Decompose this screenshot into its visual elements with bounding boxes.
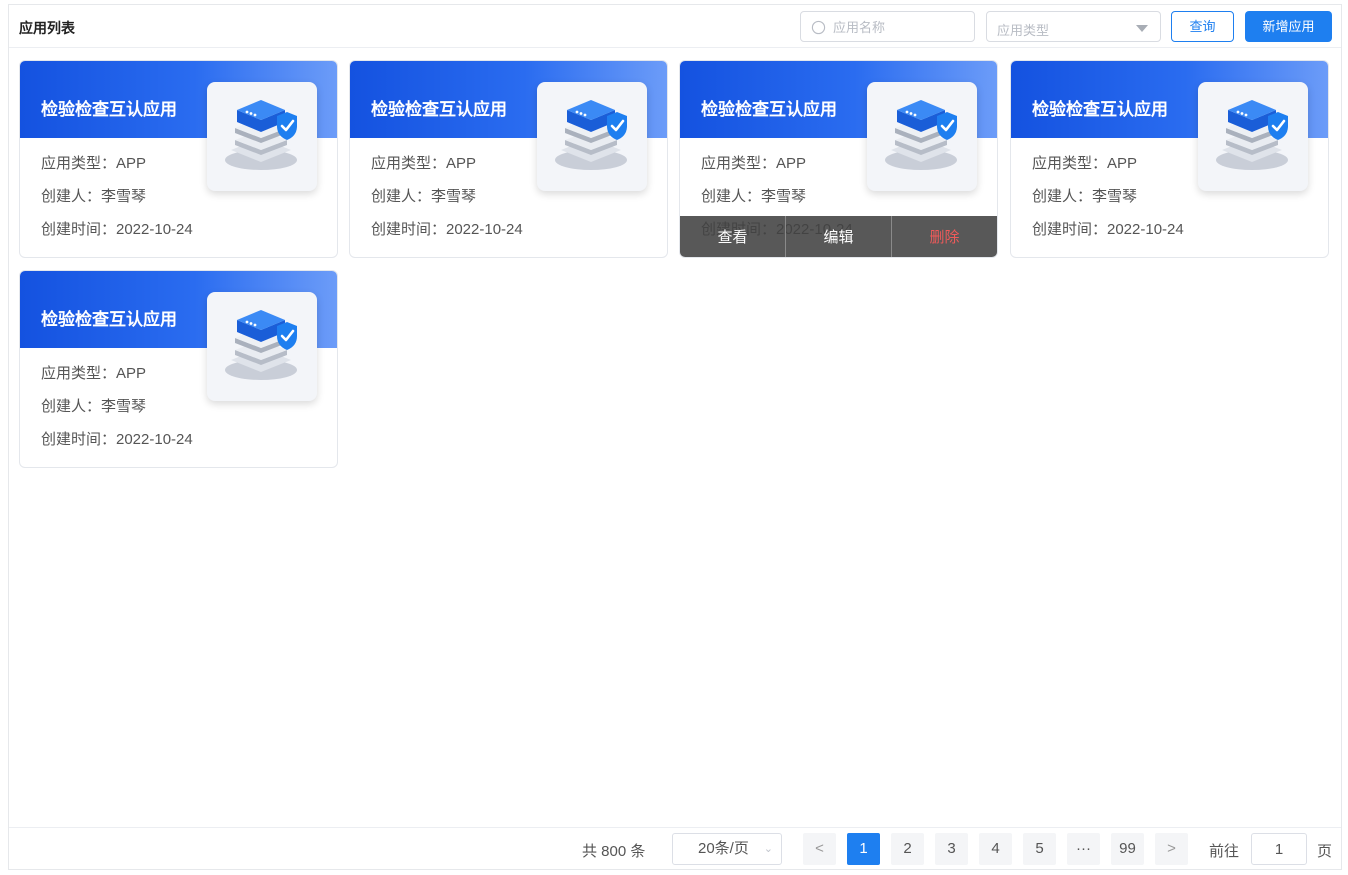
server-shield-icon [1216, 100, 1288, 170]
page-size-select[interactable]: 20条/页 ⌄ [672, 833, 782, 865]
app-list-panel: 应用列表 应用类型 查询 新增应用 检验检查互认应用 应用类型：APP 创建人：… [8, 4, 1342, 870]
server-shield-icon [885, 100, 957, 170]
more-pages-ellipsis[interactable]: ··· [1067, 833, 1100, 865]
edit-button[interactable]: 编辑 [786, 216, 892, 257]
app-thumbnail [537, 82, 647, 191]
app-thumbnail [207, 82, 317, 191]
page-2[interactable]: 2 [891, 833, 924, 865]
app-type-line: 应用类型：APP [41, 365, 147, 382]
app-name: 检验检查互认应用 [701, 100, 837, 119]
app-type-placeholder: 应用类型 [997, 23, 1050, 38]
delete-button[interactable]: 删除 [892, 216, 997, 257]
server-shield-icon [555, 100, 627, 170]
page-99[interactable]: 99 [1111, 833, 1144, 865]
app-type-select[interactable]: 应用类型 [986, 11, 1161, 42]
app-name: 检验检查互认应用 [371, 100, 507, 119]
page-1[interactable]: 1 [847, 833, 880, 865]
page-4[interactable]: 4 [979, 833, 1012, 865]
search-input[interactable] [833, 17, 968, 37]
app-thumbnail [207, 292, 317, 401]
app-card[interactable]: 检验检查互认应用 应用类型：APP 创建人：李雪琴 创建时间：2022-10-2… [349, 60, 668, 258]
add-app-button[interactable]: 新增应用 [1245, 11, 1332, 42]
app-name: 检验检查互认应用 [1032, 100, 1168, 119]
app-created-time-line: 创建时间：2022-10-24 [1032, 221, 1184, 238]
caret-down-icon [1136, 25, 1148, 32]
app-type-line: 应用类型：APP [1032, 155, 1138, 172]
app-created-time-line: 创建时间：2022-10-24 [41, 221, 193, 238]
app-creator-line: 创建人：李雪琴 [701, 188, 807, 205]
app-thumbnail [867, 82, 977, 191]
app-created-time-line: 创建时间：2022-10-24 [371, 221, 523, 238]
search-input-box[interactable] [800, 11, 975, 42]
toolbar: 应用列表 应用类型 查询 新增应用 [9, 5, 1341, 48]
app-creator-line: 创建人：李雪琴 [41, 188, 147, 205]
search-icon [811, 20, 826, 35]
app-name: 检验检查互认应用 [41, 100, 177, 119]
app-created-time-line: 创建时间：2022-10-24 [41, 431, 193, 448]
goto-label: 前往 [1209, 843, 1240, 860]
app-type-line: 应用类型：APP [371, 155, 477, 172]
page-3[interactable]: 3 [935, 833, 968, 865]
query-button[interactable]: 查询 [1171, 11, 1234, 42]
app-card[interactable]: 检验检查互认应用 应用类型：APP 创建人：李雪琴 创建时间：2022-10-2… [19, 60, 338, 258]
app-card[interactable]: 检验检查互认应用 应用类型：APP 创建人：李雪琴 创建时间：2022-10-2… [679, 60, 998, 258]
server-shield-icon [225, 100, 297, 170]
page-5[interactable]: 5 [1023, 833, 1056, 865]
app-creator-line: 创建人：李雪琴 [371, 188, 477, 205]
app-creator-line: 创建人：李雪琴 [41, 398, 147, 415]
app-creator-line: 创建人：李雪琴 [1032, 188, 1138, 205]
app-type-line: 应用类型：APP [701, 155, 807, 172]
app-card[interactable]: 检验检查互认应用 应用类型：APP 创建人：李雪琴 创建时间：2022-10-2… [19, 270, 338, 468]
prev-page-button[interactable]: < [803, 833, 836, 865]
app-thumbnail [1198, 82, 1308, 191]
next-page-button[interactable]: > [1155, 833, 1188, 865]
total-count: 共 800 条 [582, 843, 646, 860]
app-card[interactable]: 检验检查互认应用 应用类型：APP 创建人：李雪琴 创建时间：2022-10-2… [1010, 60, 1329, 258]
goto-page-input[interactable] [1251, 833, 1307, 865]
server-shield-icon [225, 310, 297, 380]
page-unit: 页 [1317, 843, 1333, 860]
card-action-bar: 查看 编辑 删除 [680, 216, 997, 257]
page-size-value: 20条/页 [698, 840, 749, 857]
app-type-line: 应用类型：APP [41, 155, 147, 172]
pagination: 共 800 条 20条/页 ⌄ < 1 2 3 4 5 ··· 99 > 前往 … [9, 827, 1341, 870]
page-title: 应用列表 [19, 20, 75, 36]
chevron-down-icon: ⌄ [763, 843, 773, 855]
view-button[interactable]: 查看 [680, 216, 786, 257]
app-name: 检验检查互认应用 [41, 310, 177, 329]
